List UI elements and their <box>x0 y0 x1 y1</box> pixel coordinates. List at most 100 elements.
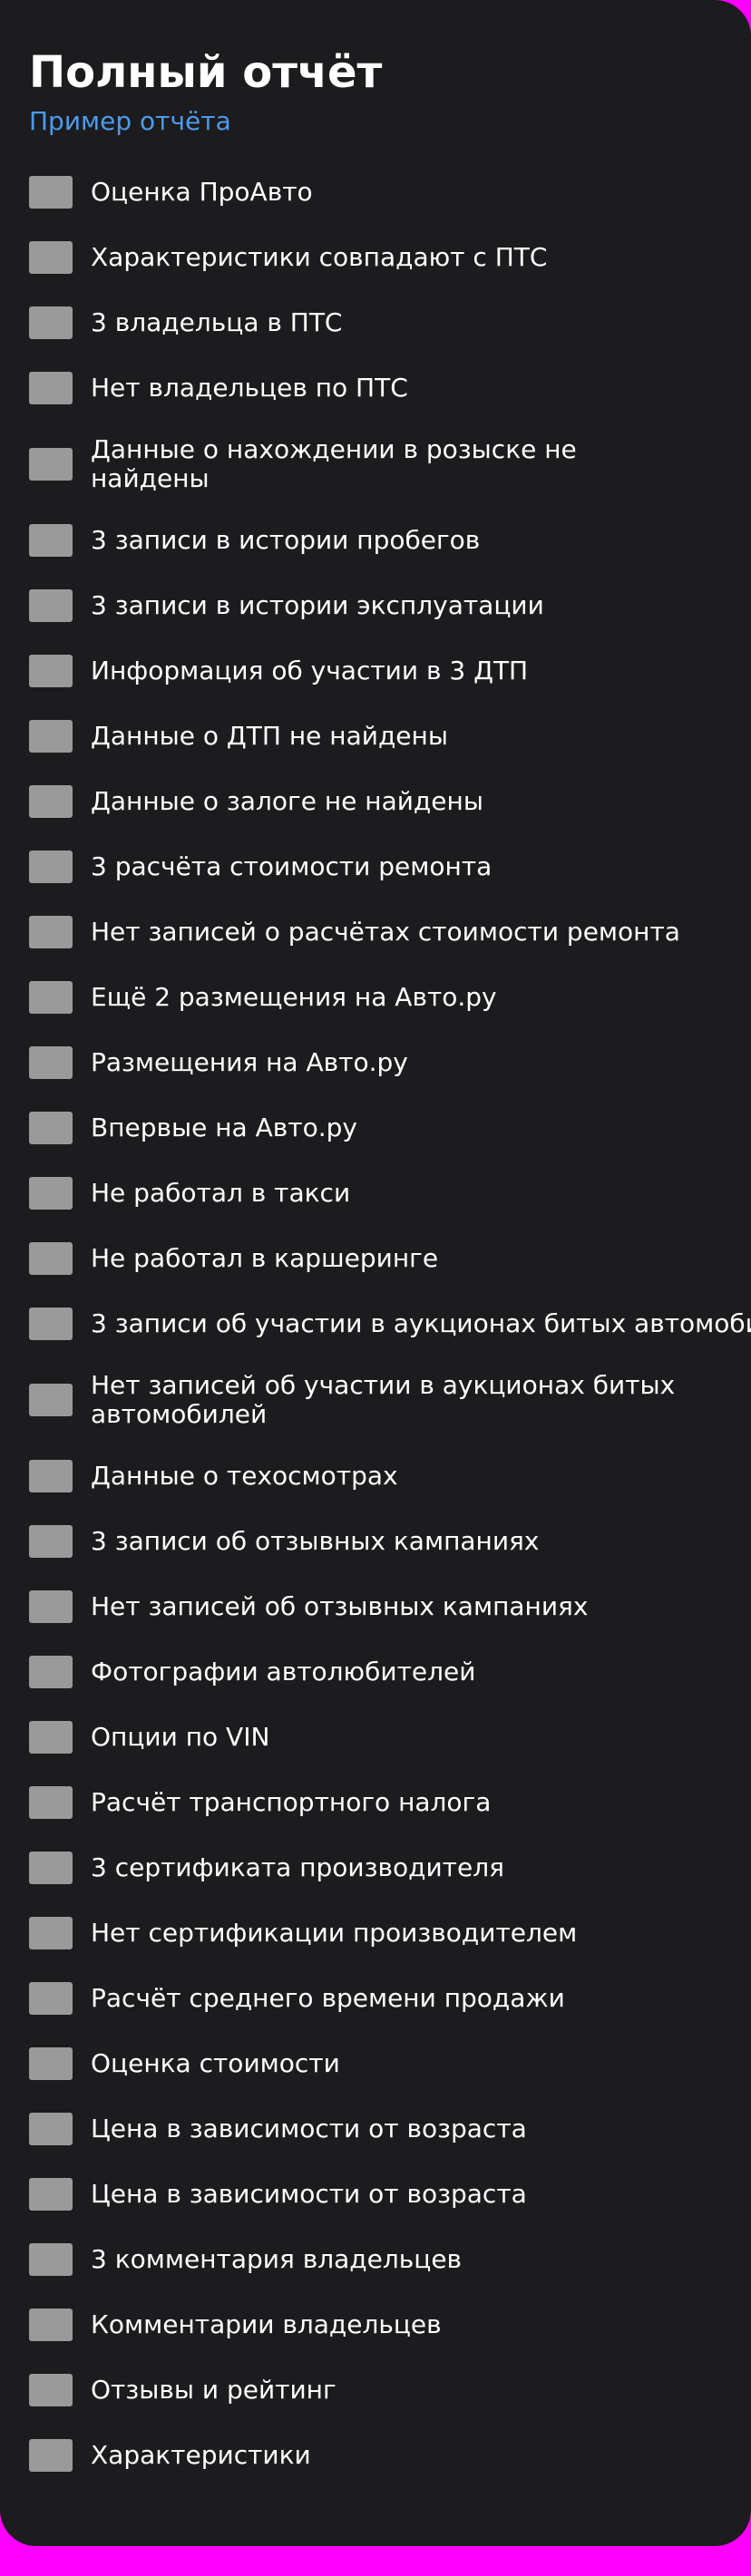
list-item: Нет владельцев по ПТС <box>29 370 722 406</box>
image-placeholder-icon <box>29 241 73 274</box>
list-item: Информация об участии в 3 ДТП <box>29 653 722 689</box>
list-item-label: Характеристики совпадают с ПТС <box>91 242 548 272</box>
image-placeholder-icon <box>29 1460 73 1492</box>
list-item-label: Оценка ПроАвто <box>91 177 313 207</box>
list-item: Цена в зависимости от возраста <box>29 2111 722 2147</box>
image-placeholder-icon <box>29 1590 73 1623</box>
list-item-label: Впервые на Авто.ру <box>91 1113 357 1142</box>
list-item-label: Данные о нахождении в розыске не найдены <box>91 434 577 493</box>
list-item: Нет сертификации производителем <box>29 1915 722 1951</box>
image-placeholder-icon <box>29 1852 73 1884</box>
list-item-label: Данные о залоге не найдены <box>91 786 483 816</box>
list-item-label: Цена в зависимости от возраста <box>91 2114 527 2143</box>
list-item: 3 записи об участии в аукционах битых ав… <box>29 1306 751 1342</box>
image-placeholder-icon <box>29 1384 73 1416</box>
list-item-label: Опции по VIN <box>91 1722 270 1752</box>
list-item-label: 3 записи в истории пробегов <box>91 525 481 555</box>
list-item-label: 3 расчёта стоимости ремонта <box>91 851 493 881</box>
list-item-label: Нет записей об отзывных кампаниях <box>91 1591 589 1621</box>
list-item: Цена в зависимости от возраста <box>29 2176 722 2212</box>
image-placeholder-icon <box>29 2243 73 2276</box>
list-item: 3 расчёта стоимости ремонта <box>29 849 722 885</box>
sample-report-link[interactable]: Пример отчёта <box>29 105 231 138</box>
list-item: 3 записи в истории эксплуатации <box>29 588 722 624</box>
list-item: Не работал в такси <box>29 1175 722 1211</box>
image-placeholder-icon <box>29 1982 73 2015</box>
image-placeholder-icon <box>29 306 73 339</box>
list-item: Ещё 2 размещения на Авто.ру <box>29 979 722 1016</box>
image-placeholder-icon <box>29 2178 73 2211</box>
list-item: Данные о техосмотрах <box>29 1458 722 1494</box>
image-placeholder-icon <box>29 785 73 818</box>
list-item-label: 3 комментария владельцев <box>91 2244 463 2274</box>
list-item-label: Размещения на Авто.ру <box>91 1047 408 1077</box>
list-item-label: Комментарии владельцев <box>91 2309 442 2339</box>
list-item: Опции по VIN <box>29 1719 722 1755</box>
list-item-label: Данные о техосмотрах <box>91 1461 398 1491</box>
image-placeholder-icon <box>29 1917 73 1949</box>
report-items-list: Оценка ПроАвто Характеристики совпадают с… <box>29 174 751 2474</box>
list-item-label: Нет владельцев по ПТС <box>91 373 408 403</box>
list-item: Расчёт среднего времени продажи <box>29 1980 722 2017</box>
image-placeholder-icon <box>29 1786 73 1819</box>
image-placeholder-icon <box>29 1112 73 1144</box>
list-item: Нет записей об участии в аукционах битых… <box>29 1371 722 1429</box>
image-placeholder-icon <box>29 2374 73 2406</box>
list-item-label: Информация об участии в 3 ДТП <box>91 656 529 685</box>
image-placeholder-icon <box>29 589 73 622</box>
list-item: 3 записи об отзывных кампаниях <box>29 1523 722 1560</box>
list-item: Нет записей о расчётах стоимости ремонта <box>29 914 722 950</box>
list-item-label: Оценка стоимости <box>91 2048 340 2078</box>
list-item: 3 записи в истории пробегов <box>29 522 722 559</box>
image-placeholder-icon <box>29 720 73 753</box>
list-item-label: Фотографии автолюбителей <box>91 1657 476 1687</box>
list-item-label: Расчёт транспортного налога <box>91 1787 492 1817</box>
image-placeholder-icon <box>29 524 73 557</box>
list-item: Данные о ДТП не найдены <box>29 718 722 754</box>
list-item: 3 сертификата производителя <box>29 1850 722 1886</box>
list-item-label: Ещё 2 размещения на Авто.ру <box>91 982 497 1012</box>
list-item: Характеристики совпадают с ПТС <box>29 239 722 276</box>
image-placeholder-icon <box>29 1046 73 1079</box>
list-item: Нет записей об отзывных кампаниях <box>29 1589 722 1625</box>
list-item-label: Отзывы и рейтинг <box>91 2375 336 2405</box>
image-placeholder-icon <box>29 2113 73 2145</box>
list-item: Оценка стоимости <box>29 2046 722 2082</box>
list-item: Впервые на Авто.ру <box>29 1110 722 1146</box>
list-item-label: Цена в зависимости от возраста <box>91 2179 527 2209</box>
list-item: Данные о нахождении в розыске не найдены <box>29 435 722 493</box>
list-item: Комментарии владельцев <box>29 2307 722 2343</box>
image-placeholder-icon <box>29 1242 73 1275</box>
list-item: Размещения на Авто.ру <box>29 1045 722 1081</box>
image-placeholder-icon <box>29 2309 73 2341</box>
image-placeholder-icon <box>29 2439 73 2472</box>
list-item-label: Нет записей о расчётах стоимости ремонта <box>91 917 680 947</box>
image-placeholder-icon <box>29 1656 73 1688</box>
image-placeholder-icon <box>29 981 73 1014</box>
image-placeholder-icon <box>29 1525 73 1558</box>
image-placeholder-icon <box>29 2047 73 2080</box>
list-item-label: 3 записи об участии в аукционах битых ав… <box>91 1308 751 1338</box>
list-item-label: Характеристики <box>91 2440 311 2470</box>
list-item-label: Нет сертификации производителем <box>91 1918 578 1948</box>
list-item: Характеристики <box>29 2437 722 2474</box>
list-item-label: Не работал в такси <box>91 1178 351 1208</box>
image-placeholder-icon <box>29 1307 73 1340</box>
image-placeholder-icon <box>29 655 73 687</box>
list-item-label: 3 сертификата производителя <box>91 1852 504 1882</box>
list-item-label: 3 записи в истории эксплуатации <box>91 590 544 620</box>
image-placeholder-icon <box>29 176 73 209</box>
list-item: Данные о залоге не найдены <box>29 783 722 820</box>
list-item-label: 3 записи об отзывных кампаниях <box>91 1526 540 1556</box>
image-placeholder-icon <box>29 448 73 481</box>
list-item: 3 комментария владельцев <box>29 2241 722 2278</box>
full-report-card: Полный отчёт Пример отчёта Оценка ПроАвт… <box>0 0 751 2546</box>
list-item-label: Не работал в каршеринге <box>91 1243 439 1273</box>
image-placeholder-icon <box>29 1721 73 1754</box>
image-placeholder-icon <box>29 916 73 948</box>
list-item: Фотографии автолюбителей <box>29 1654 722 1690</box>
page-title: Полный отчёт <box>29 47 383 98</box>
list-item-label: 3 владельца в ПТС <box>91 307 343 337</box>
list-item-label: Нет записей об участии в аукционах битых… <box>91 1370 676 1429</box>
list-item: Расчёт транспортного налога <box>29 1784 722 1821</box>
